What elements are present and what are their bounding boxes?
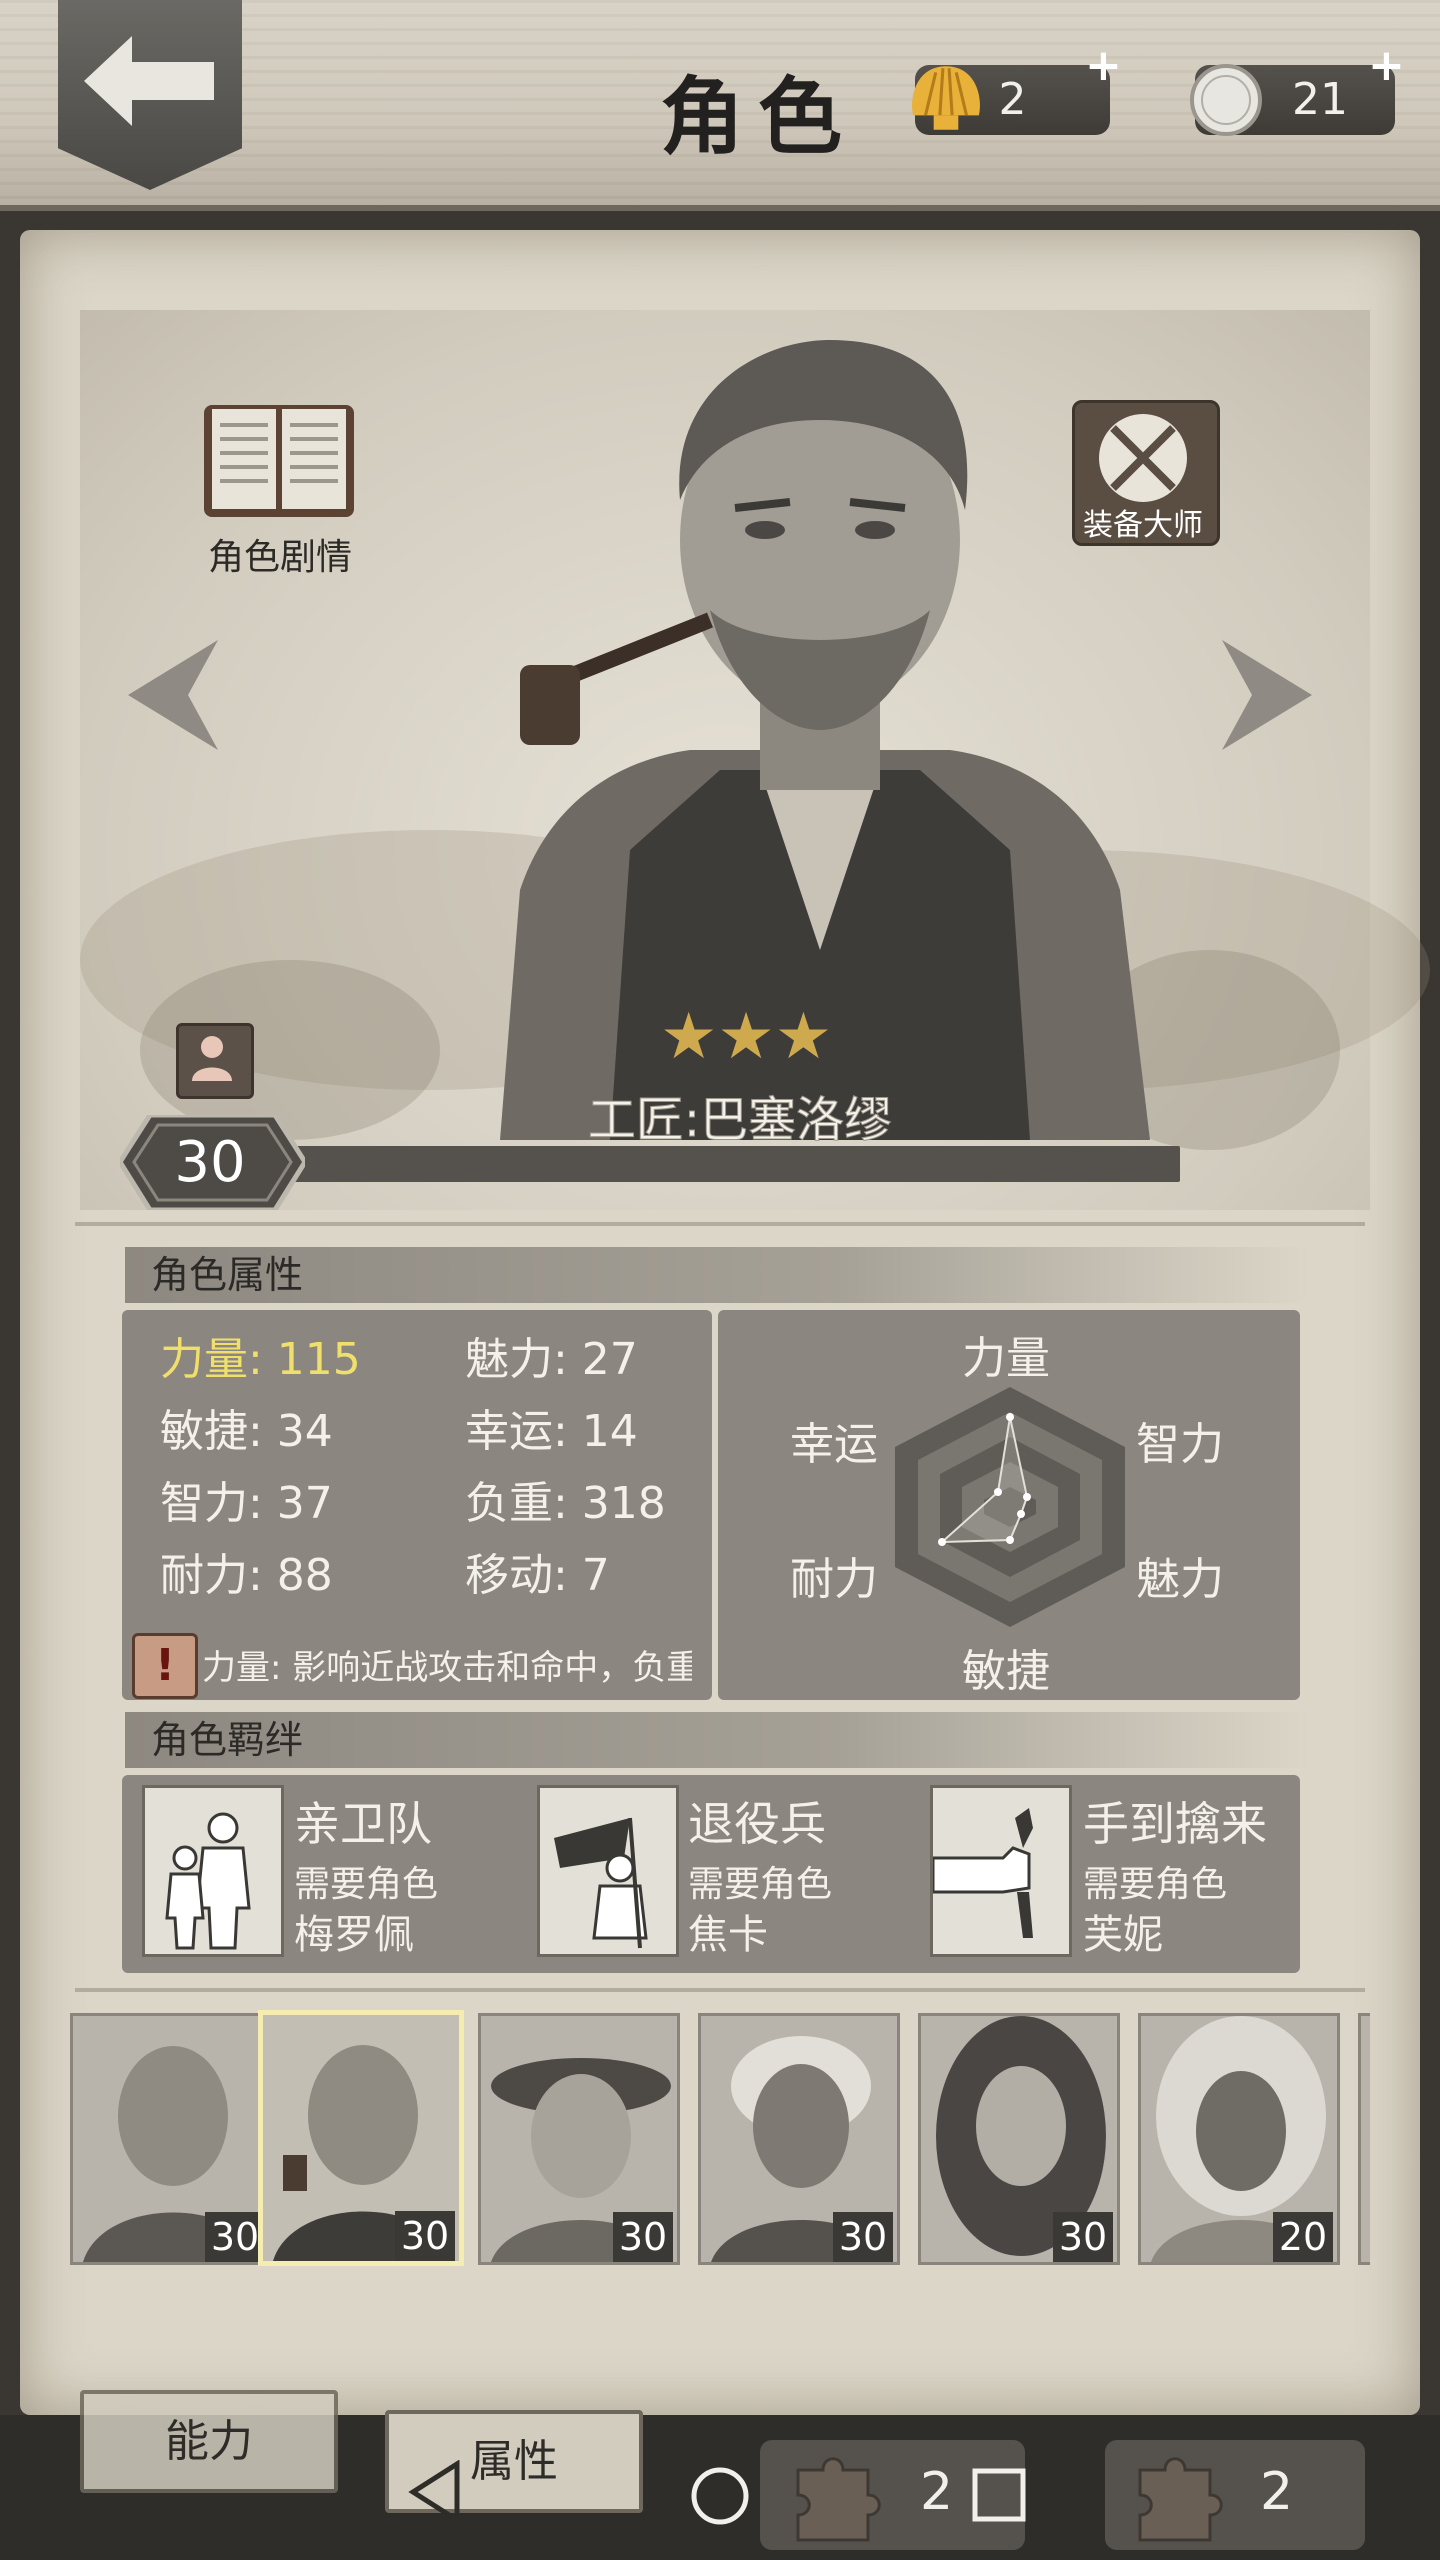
radar-label-luck: 幸运: [790, 1419, 878, 1470]
roster-level: 30: [205, 2212, 265, 2262]
shell-icon: [912, 66, 980, 130]
star-3: ★: [774, 1000, 833, 1074]
attributes-header: 角色属性: [125, 1247, 1311, 1303]
divider: [75, 1222, 1365, 1226]
hand-grab-icon: [931, 1808, 1033, 1938]
page-title: 角色: [660, 68, 857, 166]
bond-requirement-label: 需要角色: [294, 1864, 439, 1905]
level-progress-bar: [290, 1146, 1180, 1182]
radar-chart: [895, 1387, 1125, 1627]
group-figures-icon: [165, 1812, 251, 1950]
book-icon[interactable]: [198, 395, 360, 525]
roster-character-1[interactable]: 30: [70, 2013, 272, 2265]
stat-luck: 幸运: 14: [465, 1406, 638, 1457]
bond-required-character: 芙妮: [1083, 1912, 1163, 1958]
radar-label-endurance: 耐力: [790, 1554, 878, 1605]
roster-level: 30: [833, 2212, 893, 2262]
roster-level: 30: [1053, 2212, 1113, 2262]
add-coin-button[interactable]: +: [1368, 40, 1405, 91]
level-number: 30: [174, 1130, 246, 1195]
nav-back-triangle-icon[interactable]: [405, 2460, 465, 2524]
bond-title: 亲卫队: [294, 1797, 432, 1851]
person-icon: [192, 1036, 232, 1081]
bond-guards-image[interactable]: [142, 1785, 284, 1957]
stat-endurance: 耐力: 88: [160, 1550, 333, 1601]
bond-requirement-label: 需要角色: [688, 1864, 833, 1905]
puzzle-piece-icon: [1138, 2457, 1223, 2542]
puzzle-count: 2: [1260, 2462, 1294, 2522]
puzzle-piece-icon: [796, 2457, 881, 2542]
stat-strength: 力量: 115: [160, 1334, 361, 1385]
bond-requirement-label: 需要角色: [1083, 1864, 1228, 1905]
nav-recents-square-icon[interactable]: [970, 2466, 1028, 2524]
prev-character-arrow-icon[interactable]: [128, 640, 218, 750]
crossed-swords-icon: [1099, 414, 1187, 502]
bond-required-character: 焦卡: [688, 1912, 768, 1958]
roster-character-7-partial[interactable]: [1358, 2013, 1370, 2265]
stat-move: 移动: 7: [465, 1550, 610, 1601]
radar-label-intelligence: 智力: [1136, 1419, 1224, 1470]
character-roster: 30 30 30 30 30 20: [70, 2010, 1370, 2270]
attribute-tip: 力量: 影响近战攻击和命中，负重: [202, 1648, 692, 1688]
star-1: ★: [659, 1000, 718, 1074]
shell-count: 2: [998, 74, 1027, 125]
puzzle-count: 2: [920, 2462, 954, 2522]
info-alert-icon: !: [132, 1633, 198, 1699]
radar-label-agility: 敏捷: [962, 1646, 1050, 1697]
roster-character-2-selected[interactable]: 30: [258, 2010, 464, 2266]
roster-level: 20: [1273, 2212, 1333, 2262]
star-rating: ★★★: [636, 1000, 856, 1080]
tab-ability[interactable]: 能力: [80, 2390, 338, 2493]
stat-charisma: 魅力: 27: [465, 1334, 638, 1385]
coin-icon: [1190, 64, 1262, 136]
nav-home-circle-icon[interactable]: [688, 2464, 752, 2528]
stat-intelligence: 智力: 37: [160, 1478, 333, 1529]
bond-grab-image[interactable]: [930, 1785, 1072, 1957]
character-name: 工匠:巴塞洛缪: [587, 1092, 893, 1149]
roster-level: 30: [613, 2212, 673, 2262]
roster-level: 30: [395, 2211, 455, 2261]
roster-character-5[interactable]: 30: [918, 2013, 1120, 2265]
bond-title: 退役兵: [688, 1797, 826, 1851]
roster-character-4[interactable]: 30: [698, 2013, 900, 2265]
star-2: ★: [717, 1000, 775, 1074]
radar-label-charisma: 魅力: [1136, 1554, 1224, 1605]
equip-label: 装备大师: [1083, 508, 1203, 543]
flag-soldier-icon: [554, 1817, 648, 1949]
roster-character-3[interactable]: 30: [478, 2013, 680, 2265]
next-character-arrow-icon[interactable]: [1222, 640, 1312, 750]
back-arrow-icon: [84, 36, 214, 126]
roster-character-6[interactable]: 20: [1138, 2013, 1340, 2265]
radar-label-strength: 力量: [962, 1333, 1050, 1384]
stat-load: 负重: 318: [465, 1478, 666, 1529]
stat-agility: 敏捷: 34: [160, 1406, 333, 1457]
bonds-header: 角色羁绊: [125, 1712, 1311, 1768]
bond-veteran-image[interactable]: [537, 1785, 679, 1957]
bond-required-character: 梅罗佩: [294, 1912, 414, 1958]
bond-title: 手到擒来: [1083, 1797, 1267, 1851]
divider: [75, 1988, 1365, 1992]
story-label[interactable]: 角色剧情: [190, 528, 370, 578]
add-shell-button[interactable]: +: [1085, 40, 1122, 91]
